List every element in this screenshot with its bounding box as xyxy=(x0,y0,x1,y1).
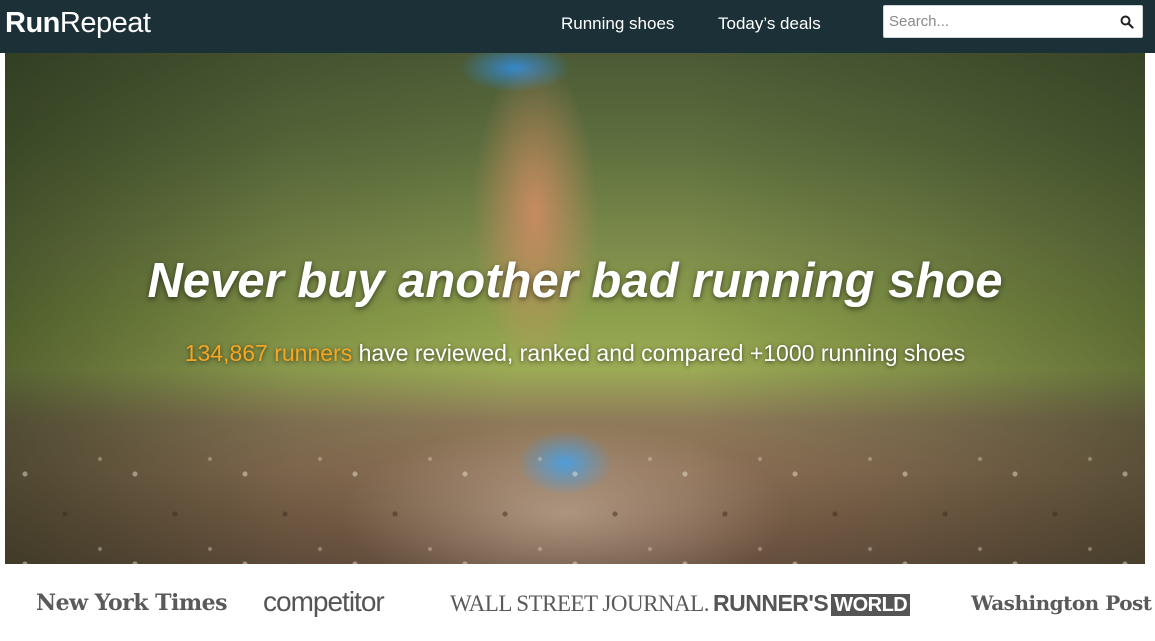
top-navbar: RunRepeat Running shoes Today’s deals xyxy=(0,0,1155,53)
search-box xyxy=(883,5,1143,38)
search-input[interactable] xyxy=(884,6,1112,37)
runner-count: 134,867 runners xyxy=(184,340,353,366)
logo-run-text: Run xyxy=(5,7,60,39)
new-york-times-logo: New York Times xyxy=(36,590,228,616)
search-icon[interactable] xyxy=(1120,15,1134,29)
runners-world-logo-part1: RUNNER'S xyxy=(713,590,829,616)
nav-todays-deals-link[interactable]: Today’s deals xyxy=(718,14,821,34)
press-logos-strip: New York Times competitor WALL STREET JO… xyxy=(0,564,1155,641)
logo-repeat-text: Repeat xyxy=(59,7,151,39)
runners-world-logo-part2: WORLD xyxy=(831,594,911,616)
hero-title: Never buy another bad running shoe xyxy=(147,254,1003,308)
competitor-logo: competitor xyxy=(263,586,385,617)
nav-running-shoes-link[interactable]: Running shoes xyxy=(561,14,674,34)
hero-banner: Never buy another bad running shoe 134,8… xyxy=(5,53,1145,564)
runrepeat-logo[interactable]: RunRepeat xyxy=(5,7,151,39)
washington-post-logo: Washington Post xyxy=(971,591,1152,615)
wall-street-journal-logo: WALL STREET JOURNAL. xyxy=(450,591,709,616)
runners-world-logo: RUNNER'S WORLD xyxy=(713,590,911,617)
hero-subtitle: 134,867 runners have reviewed, ranked an… xyxy=(5,339,1145,367)
hero-subtitle-text: have reviewed, ranked and compared +1000… xyxy=(352,340,966,366)
